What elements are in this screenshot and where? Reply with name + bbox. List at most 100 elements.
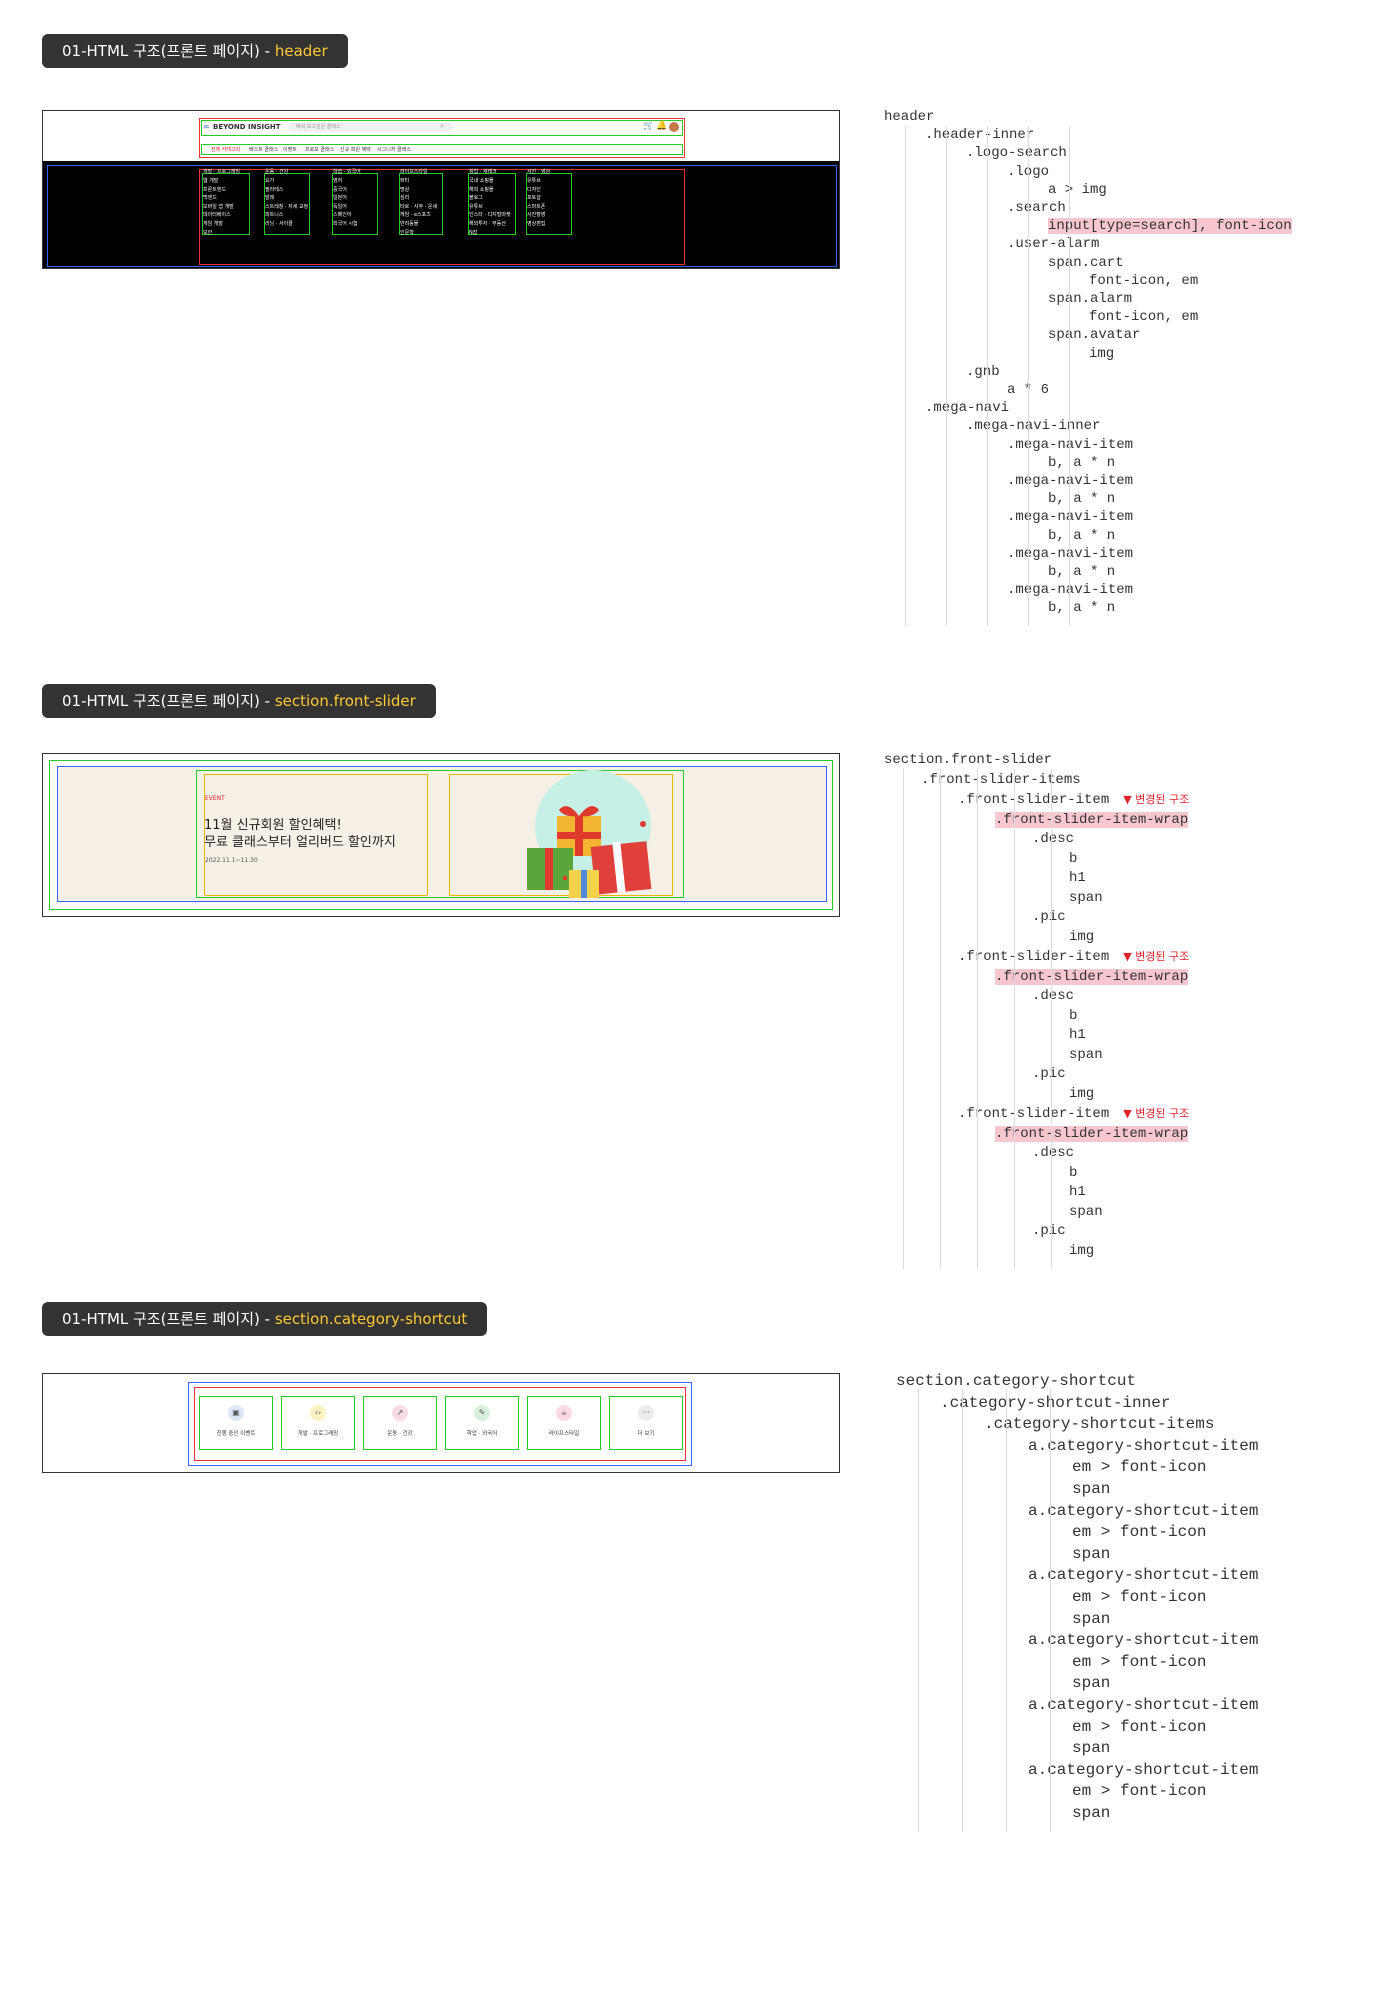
tree-node: section.front-slider [884,751,1189,771]
tree-node-text: em > font-icon [1072,1652,1207,1671]
tree-node-text: img [1089,345,1115,362]
tree-node-text: em > font-icon [1072,1523,1207,1542]
tree-node-text: .front-slider-item [958,792,1110,808]
tree-node: .front-slider-item-wrap [884,811,1189,831]
gnb-link[interactable]: 시그니처 클래스 [377,146,411,153]
tree-node-text: span [1072,1739,1111,1758]
tree-node-text: span.avatar [1048,327,1141,344]
header-top: ∞ BEYOND INSIGHT 배워 보고싶은 클래스 ⌕ 🛒 🔔 전체 카테… [43,111,839,161]
tree-node-text: h1 [1069,870,1086,886]
tree-node: em > font-icon [896,1522,1258,1544]
mega-navi-link[interactable]: 외국어 시험 [333,219,358,230]
tree-node: span [896,1544,1258,1566]
tree-node: .desc [884,1144,1189,1164]
slider-title-line2: 무료 클래스부터 얼리버드 할인까지 [204,835,396,850]
slider-date: 2022.11.1~11.30 [205,857,258,864]
tree-node-text: h1 [1069,1027,1086,1043]
tree-guide-line [976,769,978,1269]
tree-node: b [884,850,1189,870]
gnb-link[interactable]: 베스트 클래스 [249,146,278,153]
tree-node: img [884,928,1189,948]
search-input[interactable]: 배워 보고싶은 클래스 ⌕ [288,122,453,132]
tree-node: .pic [884,908,1189,928]
tree-node-text: section.front-slider [884,752,1053,768]
mega-navi-link[interactable]: 보안 [203,228,212,239]
tree-node: h1 [884,1026,1189,1046]
tree-node: b [884,1007,1189,1027]
mega-navi: 개발 · 프로그래밍 웹 개발 프론트엔드 백엔드 모바일 앱 개발 데이터베이스 게임 개… [43,161,839,268]
tree-node: .category-shortcut-items [896,1414,1258,1436]
tree-node-text: em > font-icon [1072,1587,1207,1606]
tree-node-text: .mega-navi-item [1007,436,1134,453]
category-shortcut-item[interactable]: ‹› 개발 · 프로그래밍 [281,1396,355,1450]
mega-navi-link[interactable]: 러닝 · 사이클 [265,219,293,230]
event-label: EVENT [205,795,225,802]
tree-node-text: .pic [1032,1223,1066,1239]
tree-node: span [884,1046,1189,1066]
tree-node-text: b, a * n [1048,454,1116,471]
gnb-link[interactable]: 전체 카테고리 [211,146,240,153]
category-shortcut-item[interactable]: ✎ 학업 · 외국어 [445,1396,519,1450]
category-shortcut-item[interactable]: ↗ 운동 · 건강 [363,1396,437,1450]
tree-node-text: span [1069,1203,1103,1220]
tree-node: h1 [884,869,1189,889]
tree-guide-line [962,1389,963,1833]
gnb-link[interactable]: 프로모 클래스 [305,146,334,153]
tree-guide-line [904,126,906,626]
tree-node-text: a.category-shortcut-item [1028,1566,1259,1585]
tree-node-text: b, a * n [1048,600,1116,617]
tree-node: span [884,1203,1189,1223]
tree-node-text: .front-slider-item-wrap [995,1125,1189,1142]
tree-node-text: section.category-shortcut [896,1372,1137,1390]
avatar[interactable] [669,122,679,132]
tree-node: section.category-shortcut [896,1371,1258,1393]
slider-screenshot: EVENT 11월 신규회원 할인혜택! 무료 클래스부터 얼리버드 할인까지 … [42,753,840,917]
more-icon: ··· [638,1405,654,1421]
tree-node: em > font-icon [896,1781,1258,1803]
tree-node-text: .front-slider-items [921,771,1081,788]
logo[interactable]: BEYOND INSIGHT [213,123,280,131]
gnb-link[interactable]: 신규 회원 혜택 [340,146,371,153]
tree-front-slider: section.front-slider .front-slider-items.… [884,751,1189,1269]
category-shortcut-item[interactable]: ··· 더 보기 [609,1396,683,1450]
category-shortcut-label: 진행 중인 이벤트 [216,1431,256,1437]
mega-navi-link[interactable]: 영상편집 [527,219,545,230]
tree-node: span [896,1803,1258,1825]
tree-node-text: .front-slider-item [958,1106,1110,1122]
tree-node: em > font-icon [896,1587,1258,1609]
tree-node-text: a.category-shortcut-item [1028,1760,1259,1779]
search-icon[interactable]: ⌕ [440,122,444,131]
tree-node-text: font-icon, em [1089,309,1199,326]
mega-navi-link[interactable]: 인문학 [400,228,414,239]
section-title-category-shortcut: 01-HTML 구조(프론트 페이지) - section.category-s… [42,1302,488,1336]
chart-icon: ↗ [392,1405,408,1421]
tree-node-text: span [1069,1046,1103,1063]
tree-guide-line [1013,769,1015,1269]
cart-icon[interactable]: 🛒 [643,121,654,131]
tree-node: .category-shortcut-inner [896,1393,1258,1415]
tree-node-text: .mega-navi-item [1007,509,1134,526]
tree-node: .front-slider-items [884,771,1189,791]
section-title-front-slider: 01-HTML 구조(프론트 페이지) - section.front-slid… [42,684,436,718]
tree-node-text: em > font-icon [1072,1458,1207,1477]
tree-node-text: .mega-navi-item [1007,473,1134,490]
tree-node-text: b, a * n [1048,491,1116,508]
tree-node-text: .mega-navi [925,400,1010,417]
tree-node: header [884,108,1292,126]
tree-node: em > font-icon [896,1652,1258,1674]
tree-node-text: a.category-shortcut-item [1028,1695,1259,1714]
gnb-link[interactable]: 이벤트 [283,146,297,153]
tree-node-text: b, a * n [1048,527,1116,544]
tree-node: .front-slider-item ▼ 변경된 구조 [884,947,1189,968]
tree-node-text: span.alarm [1048,291,1133,308]
tree-guide-line [1050,1389,1051,1833]
tree-node: span [884,889,1189,909]
category-shortcut-item[interactable]: ▣ 진행 중인 이벤트 [199,1396,273,1450]
bell-icon[interactable]: 🔔 [656,121,667,131]
tree-guide-line [1027,126,1029,626]
mega-navi-link[interactable]: N잡 [469,228,477,239]
tree-node-text: font-icon, em [1089,272,1199,289]
chat-icon: ✎ [474,1405,490,1421]
tree-node-text: b [1069,1164,1078,1181]
category-shortcut-item[interactable]: ☕ 라이프스타일 [527,1396,601,1450]
